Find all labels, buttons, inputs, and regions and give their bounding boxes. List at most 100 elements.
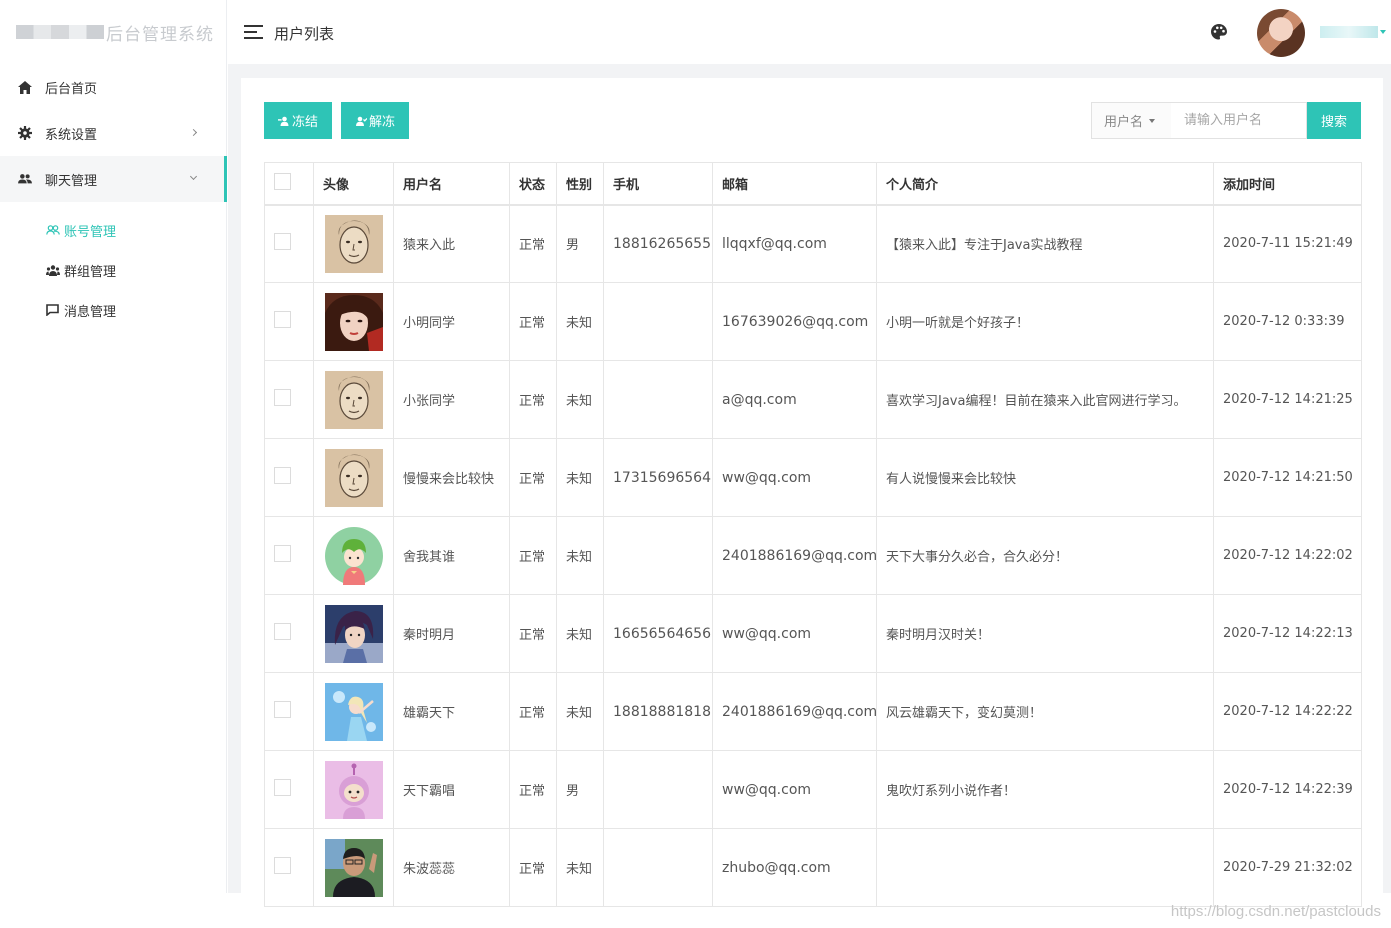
user-avatar-image — [315, 682, 393, 741]
table-row[interactable]: 猿来入此 正常男 18816265655 llqqxf@qq.com 【猿来入此】专注于… — [264, 204, 1362, 283]
added-time-cell: 2020-7-12 14:22:02 — [1213, 516, 1362, 595]
watermark: https://blog.csdn.net/pastclouds — [1170, 903, 1381, 920]
sidebar-subitem-accounts[interactable]: 账号管理 — [0, 210, 226, 250]
row-checkbox[interactable] — [274, 467, 291, 484]
avatar-cell — [313, 516, 394, 595]
gear-icon — [18, 126, 32, 140]
username-cell: 小张同学 — [393, 360, 510, 439]
row-checkbox[interactable] — [274, 779, 291, 796]
bio-cell: 秦时明月汉时关！ — [876, 594, 1214, 673]
palette-icon[interactable] — [1210, 23, 1228, 41]
search-input[interactable] — [1171, 102, 1307, 139]
sidebar-item-chat[interactable]: 聊天管理 — [0, 156, 227, 202]
row-select-cell — [264, 204, 314, 283]
menu-toggle-icon[interactable] — [244, 25, 263, 39]
avatar-cell — [313, 438, 394, 517]
unfreeze-label: 解冻 — [368, 114, 395, 129]
row-checkbox[interactable] — [274, 623, 291, 640]
bio-cell: 鬼吹灯系列小说作者！ — [876, 750, 1214, 829]
phone-cell: 18818881818 — [603, 672, 713, 751]
sidebar-item-settings[interactable]: 系统设置 — [0, 110, 226, 156]
chevron-right-icon — [189, 128, 198, 137]
users-icon — [18, 172, 32, 186]
row-select-cell — [264, 672, 314, 751]
freeze-button[interactable]: 冻结 — [264, 102, 332, 139]
row-checkbox[interactable] — [274, 389, 291, 406]
added-time-cell: 2020-7-12 14:21:25 — [1213, 360, 1362, 439]
table-row[interactable]: 天下霸唱 正常男 ww@qq.com 鬼吹灯系列小说作者！ 2020-7-12 14:2… — [264, 750, 1362, 829]
column-header: 状态 — [509, 162, 557, 206]
table-row[interactable]: 小明同学 正常 未知 167639026@qq.com 小明一听就是个好孩子！ 2020-… — [264, 282, 1362, 361]
unfreeze-button[interactable]: 解冻 — [341, 102, 409, 139]
search-button[interactable]: 搜索 — [1307, 102, 1361, 139]
user-avatar[interactable] — [1257, 9, 1305, 57]
username-cell: 小明同学 — [393, 282, 510, 361]
row-checkbox[interactable] — [274, 545, 291, 562]
phone-cell: 16656564656 — [603, 594, 713, 673]
row-checkbox[interactable] — [274, 233, 291, 251]
email-cell: zhubo@qq.com — [712, 828, 877, 907]
accounts-icon — [46, 224, 60, 236]
table-row[interactable]: 小张同学 正常 未知 a@qq.com 喜欢学习Java编程！目前在猿来入此官网进行学习… — [264, 360, 1362, 439]
sidebar-item-label: 系统设置 — [45, 127, 98, 143]
table-row[interactable]: 秦时明月 正常 未知 16656564656 ww@qq.com 秦时明月汉时关！ 2020… — [264, 594, 1362, 673]
email-cell: ww@qq.com — [712, 750, 877, 829]
avatar-cell — [313, 282, 394, 361]
phone-cell — [603, 360, 713, 439]
sidebar-item-home[interactable]: 后台首页 — [0, 64, 226, 110]
row-checkbox[interactable] — [274, 701, 291, 718]
status-cell: 正常 — [509, 282, 557, 361]
email-cell: llqqxf@qq.com — [712, 204, 877, 283]
search-type-select[interactable]: 用户名 — [1091, 102, 1172, 139]
brand: 后台管理系统 — [0, 0, 226, 64]
avatar-cell — [313, 360, 394, 439]
status-cell: 正常 — [509, 438, 557, 517]
row-select-cell — [264, 282, 314, 361]
sex-cell: 未知 — [556, 360, 604, 439]
status-cell: 正常 — [509, 828, 557, 907]
row-select-cell — [264, 516, 314, 595]
caret-down-icon[interactable] — [1380, 30, 1386, 34]
bio-cell: 小明一听就是个好孩子！ — [876, 282, 1214, 361]
bio-cell: 【猿来入此】专注于Java实战教程 — [876, 204, 1214, 283]
username-cell: 朱波蕊蕊 — [393, 828, 510, 907]
row-checkbox[interactable] — [274, 311, 291, 328]
table-row[interactable]: 雄霸天下 正常 未知 18818881818 2401886169@qq.com 风云雄霸… — [264, 672, 1362, 751]
user-table: 头像 用户名 状态 性别 手机 邮箱 个人简介 添加时间 猿来入此 正常男 1881… — [264, 162, 1362, 907]
sex-cell: 未知 — [556, 516, 604, 595]
column-header: 邮箱 — [712, 162, 877, 206]
sidebar-subitem-messages[interactable]: 消息管理 — [0, 290, 226, 330]
table-header-row: 头像 用户名 状态 性别 手机 邮箱 个人简介 添加时间 — [264, 162, 1362, 206]
username-blurred[interactable] — [1320, 26, 1378, 38]
row-select-cell — [264, 828, 314, 907]
phone-cell — [603, 516, 713, 595]
group-icon — [46, 264, 60, 276]
table-row[interactable]: 慢慢来会比较快 正常 未知 17315696564 ww@qq.com 有人说慢慢来会比较… — [264, 438, 1362, 517]
user-avatar-image — [315, 370, 393, 429]
sex-cell: 男 — [556, 750, 604, 829]
avatar-cell — [313, 672, 394, 751]
status-cell: 正常 — [509, 204, 557, 283]
added-time-cell: 2020-7-12 14:22:13 — [1213, 594, 1362, 673]
email-cell: 2401886169@qq.com — [712, 672, 877, 751]
row-checkbox[interactable] — [274, 857, 291, 874]
column-header: 手机 — [603, 162, 713, 206]
column-header: 性别 — [556, 162, 604, 206]
email-cell: ww@qq.com — [712, 438, 877, 517]
select-all-checkbox[interactable] — [274, 172, 291, 190]
row-select-cell — [264, 360, 314, 439]
bio-cell: 风云雄霸天下，变幻莫测！ — [876, 672, 1214, 751]
bio-cell: 喜欢学习Java编程！目前在猿来入此官网进行学习。 — [876, 360, 1214, 439]
sidebar-item-label: 后台首页 — [45, 81, 98, 97]
page-title: 用户列表 — [274, 25, 335, 43]
avatar-cell — [313, 594, 394, 673]
table-row[interactable]: 舍我其谁 正常 未知 2401886169@qq.com 天下大事分久必合，合久必分！ 2… — [264, 516, 1362, 595]
table-row[interactable]: 朱波蕊蕊 正常 未知 zhubo@qq.com 2020-7-29 21:32:02 — [264, 828, 1362, 907]
phone-cell: 18816265655 — [603, 204, 713, 283]
column-header: 头像 — [313, 162, 394, 206]
added-time-cell: 2020-7-29 21:32:02 — [1213, 828, 1362, 907]
sidebar-subitem-groups[interactable]: 群组管理 — [0, 250, 226, 290]
row-select-cell — [264, 750, 314, 829]
column-header: 添加时间 — [1213, 162, 1362, 206]
phone-cell — [603, 828, 713, 907]
